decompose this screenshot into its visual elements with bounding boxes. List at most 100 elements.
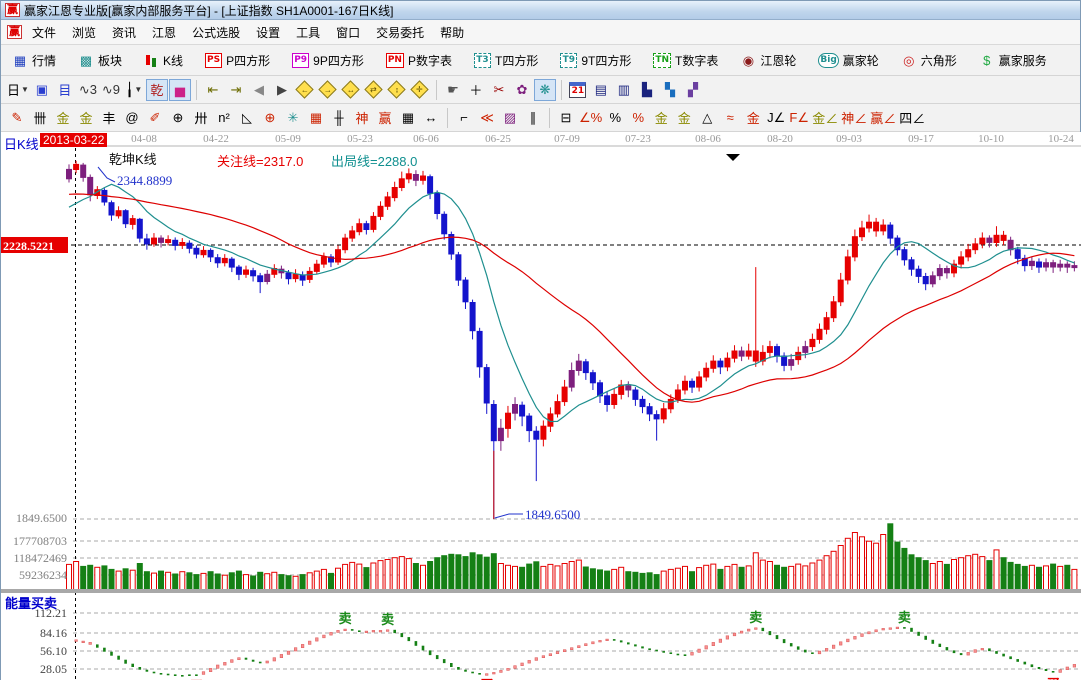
color-volume-icon[interactable]: ▅ [169, 79, 191, 101]
ying-tool-icon[interactable]: 赢 [374, 107, 396, 129]
split-line-icon[interactable]: ╫ [328, 107, 350, 129]
percent-line-icon[interactable]: ∠% [578, 107, 603, 129]
width-measure-icon[interactable]: ↔ [420, 107, 442, 129]
first-bar-icon[interactable]: ⇤ [202, 79, 224, 101]
percent-tool-icon[interactable]: % [604, 107, 626, 129]
compress-h-diamond-icon[interactable]: ⇄ [363, 79, 385, 101]
prev-bar-icon[interactable]: ◀ [248, 79, 270, 101]
qiankun-kline-icon[interactable]: 乾 [146, 79, 168, 101]
angle-tool-icon[interactable]: ◺ [236, 107, 258, 129]
menu-item-公式选股[interactable]: 公式选股 [184, 21, 248, 44]
expand-all-diamond-icon[interactable]: ✛ [409, 79, 431, 101]
next-bar-icon[interactable]: ▶ [271, 79, 293, 101]
expand-v-diamond-icon[interactable]: ↕ [386, 79, 408, 101]
gold-ratio-1-icon[interactable]: 金 [52, 107, 74, 129]
candle-style-dropdown[interactable]: ╽▼ [123, 79, 145, 101]
gann-ruler-icon[interactable]: 卌 [29, 107, 51, 129]
candle [314, 264, 319, 271]
toolbar-button-9P四方形[interactable]: P99P四方形 [289, 50, 367, 71]
kline-chart[interactable]: 04-0804-2205-0905-2306-0606-2507-0907-23… [1, 132, 1081, 680]
toolbar-button-江恩轮[interactable]: ◉江恩轮 [737, 50, 799, 71]
measure-tool-icon[interactable]: ✂ [488, 79, 510, 101]
toolbar-button-赢家轮[interactable]: Big赢家轮 [815, 50, 881, 71]
toolbar-button-P四方形[interactable]: PSP四方形 [202, 50, 273, 71]
smart-analysis-icon[interactable]: ❋ [534, 79, 556, 101]
gold-circle-icon[interactable]: 金 [650, 107, 672, 129]
star-grid-icon[interactable]: ✳ [282, 107, 304, 129]
gold-zone-icon[interactable]: 金 [742, 107, 764, 129]
menu-item-设置[interactable]: 设置 [248, 21, 288, 44]
dense-ruler-icon[interactable]: 卅 [190, 107, 212, 129]
calendar-icon[interactable]: 21 [567, 79, 589, 101]
save-user-icon[interactable]: ▞ [682, 79, 704, 101]
spiral-tool-icon[interactable]: @ [121, 107, 143, 129]
period-label[interactable]: 日K线 [4, 134, 39, 153]
compass-tool-icon[interactable]: ⊕ [259, 107, 281, 129]
indicator-bar [316, 638, 319, 641]
chart-region[interactable]: 04-0804-2205-0905-2306-0606-2507-0907-23… [1, 132, 1081, 680]
period-day-dropdown[interactable]: 日▼ [6, 79, 30, 101]
wave-9-icon[interactable]: ∿9 [100, 79, 122, 101]
ribbon-tool-icon[interactable]: ✿ [511, 79, 533, 101]
shen-angle-icon[interactable]: 神∠ [840, 107, 868, 129]
fork-tool-icon[interactable]: 丰 [98, 107, 120, 129]
j-angle-icon[interactable]: J∠ [765, 107, 787, 129]
toolbar-button-板块[interactable]: ▩板块 [75, 50, 125, 71]
menu-item-江恩[interactable]: 江恩 [144, 21, 184, 44]
hand-tool-icon[interactable]: ☛ [442, 79, 464, 101]
gold-ratio-2-icon[interactable]: 金 [75, 107, 97, 129]
toolbar-button-T四方形[interactable]: T3T四方形 [471, 50, 541, 71]
gann-circle-icon[interactable]: ⊕ [167, 107, 189, 129]
wave-line-icon[interactable]: ≈ [719, 107, 741, 129]
menu-item-资讯[interactable]: 资讯 [104, 21, 144, 44]
toolbar-button-T数字表[interactable]: TNT数字表 [650, 50, 721, 71]
four-angle-icon[interactable]: 四∠ [898, 107, 926, 129]
expand-h-diamond-icon[interactable]: ↔ [340, 79, 362, 101]
pen-tool-icon[interactable]: ✐ [144, 107, 166, 129]
gold-angle-icon[interactable]: 金∠ [811, 107, 839, 129]
last-bar-icon[interactable]: ⇥ [225, 79, 247, 101]
toolbar-button-六角形[interactable]: ◎六角形 [898, 50, 960, 71]
right-angle-icon[interactable]: ⌐ [453, 107, 475, 129]
menu-item-窗口[interactable]: 窗口 [328, 21, 368, 44]
pan-left-diamond-icon[interactable]: ← [294, 79, 316, 101]
toolbar-button-P数字表[interactable]: PNP数字表 [383, 50, 455, 71]
save-icon[interactable]: ▙ [636, 79, 658, 101]
window-layout-icon[interactable]: ▣ [31, 79, 53, 101]
title-bar[interactable]: 赢 赢家江恩专业版[赢家内部服务平台] - [上证指数 SH1A0001-167… [1, 1, 1080, 20]
toolbar-button-9T四方形[interactable]: T99T四方形 [557, 50, 634, 71]
pan-right-diamond-icon[interactable]: → [317, 79, 339, 101]
ying-angle-icon[interactable]: 赢∠ [869, 107, 897, 129]
brush-tool-icon[interactable]: ✎ [6, 107, 28, 129]
toolbar-button-K线[interactable]: K线 [141, 50, 186, 71]
notes-icon[interactable]: ▥ [613, 79, 635, 101]
toolbar-button-赢家服务[interactable]: $赢家服务 [976, 50, 1050, 71]
panel-separator[interactable] [1, 589, 1081, 593]
menu-item-工具[interactable]: 工具 [288, 21, 328, 44]
number-grid-icon[interactable]: ▦ [397, 107, 419, 129]
wedge-tool-icon[interactable]: △ [696, 107, 718, 129]
box-fan-icon[interactable]: ▨ [499, 107, 521, 129]
toolbar-button-行情[interactable]: ▦行情 [9, 50, 59, 71]
crosshair-tool-icon[interactable]: ＋ [465, 79, 487, 101]
scale-tool-icon[interactable]: ⊟ [555, 107, 577, 129]
square-of-nine-icon[interactable]: n² [213, 107, 235, 129]
toolbar-label: 行情 [32, 52, 56, 69]
parallel-lines-icon[interactable]: ∥ [522, 107, 544, 129]
indicator-bar [1059, 670, 1062, 673]
menu-item-浏览[interactable]: 浏览 [64, 21, 104, 44]
percent-zone-icon[interactable]: % [627, 107, 649, 129]
info-view-icon[interactable]: 目 [54, 79, 76, 101]
gold-line-icon[interactable]: 金 [673, 107, 695, 129]
menu-item-交易委托[interactable]: 交易委托 [368, 21, 432, 44]
price-grid-icon[interactable]: ▦ [305, 107, 327, 129]
menu-item-帮助[interactable]: 帮助 [432, 21, 472, 44]
wave-3-icon[interactable]: ∿3 [77, 79, 99, 101]
indicator-bar [401, 633, 404, 637]
menu-item-文件[interactable]: 文件 [24, 21, 64, 44]
calculator-icon[interactable]: ▤ [590, 79, 612, 101]
shen-tool-icon[interactable]: 神 [351, 107, 373, 129]
f-angle-icon[interactable]: F∠ [788, 107, 810, 129]
save-web-icon[interactable]: ▚ [659, 79, 681, 101]
ray-fan-icon[interactable]: ≪ [476, 107, 498, 129]
